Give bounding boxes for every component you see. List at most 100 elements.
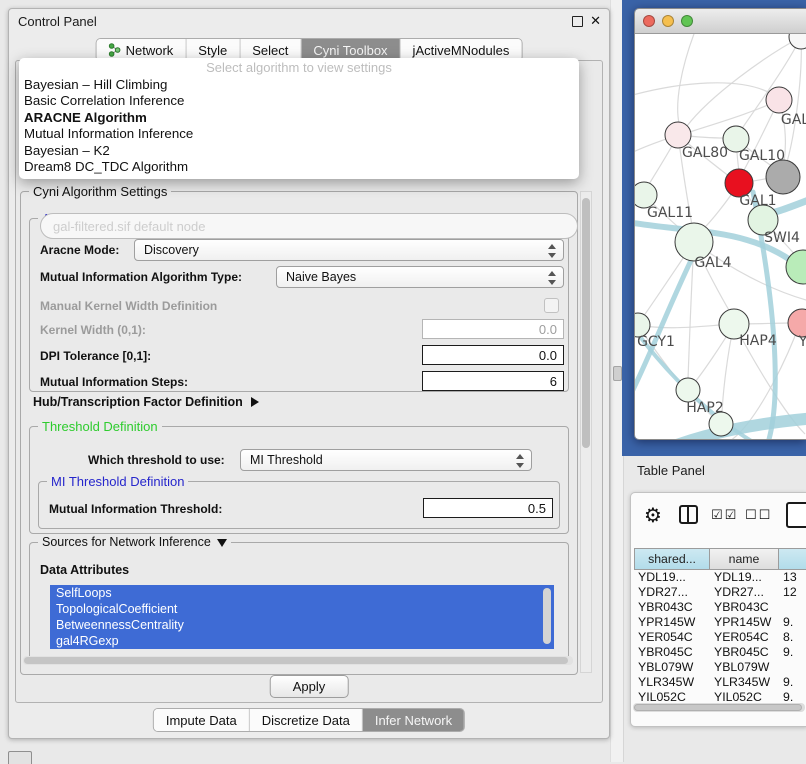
checked-checkboxes-icon[interactable]: ☑☑ — [711, 508, 738, 523]
algorithm-option-bayesian-hill-climbing[interactable]: Bayesian – Hill Climbing — [19, 77, 579, 93]
mi-type-select[interactable]: Naive Bayes — [276, 266, 564, 288]
node-label: GAL4 — [694, 255, 731, 271]
aracne-mode-select[interactable]: Discovery — [134, 239, 564, 261]
table-cell: YBR045C — [714, 645, 769, 659]
zoom-traffic-light-icon[interactable] — [681, 15, 693, 27]
mi-threshold-input[interactable]: 0.5 — [423, 498, 553, 518]
algorithm-option-dream8-dc-tdc-algorithm[interactable]: Dream8 DC_TDC Algorithm — [19, 159, 579, 175]
table-row[interactable]: YBR043C YBR043C — [631, 600, 806, 615]
data-attributes-label: Data Attributes — [40, 563, 129, 577]
document-icon[interactable] — [786, 502, 806, 528]
table-cell: 8. — [783, 630, 793, 644]
kernel-width-input[interactable]: 0.0 — [422, 319, 564, 339]
table-cell: YBR043C — [714, 600, 769, 614]
table-row[interactable]: YLR345WYLR345W9. — [631, 675, 806, 690]
table-row[interactable]: YIL052CYIL052C9. — [631, 690, 806, 701]
dpi-tolerance-label: DPI Tolerance [0,1]: — [40, 349, 151, 363]
table-horizontal-scrollbar[interactable] — [633, 703, 805, 712]
tab-label: jActiveMNodules — [413, 43, 510, 58]
table-scroll-thumb[interactable] — [634, 704, 802, 711]
vertical-scrollbar[interactable] — [580, 191, 592, 673]
table-cell: YIL052C — [638, 690, 686, 701]
dropdown-placeholder: Select algorithm to view settings — [19, 60, 579, 77]
network-node[interactable] — [789, 34, 806, 49]
table-row[interactable]: YER054CYER054C8. — [631, 630, 806, 645]
network-edge[interactable] — [635, 139, 666, 154]
mi-type-value: Naive Bayes — [286, 270, 356, 284]
horizontal-scroll-thumb[interactable] — [24, 657, 568, 664]
hidden-network-combo[interactable]: gal-filtered.sif default node — [40, 213, 578, 239]
network-edge[interactable] — [678, 34, 697, 123]
float-window-icon[interactable] — [572, 16, 583, 27]
vertical-scroll-thumb[interactable] — [582, 198, 590, 448]
network-view[interactable]: GALGAL80GAL10GAL1GAL11SWI4GAL4GCY1HAP4YH… — [635, 34, 806, 440]
tab-discretize-data[interactable]: Discretize Data — [250, 709, 363, 731]
unchecked-checkboxes-icon[interactable]: ☐☐ — [745, 508, 772, 523]
table-row[interactable]: YDR27...YDR27...12 — [631, 585, 806, 600]
attribute-list-scrollbar[interactable] — [543, 588, 551, 644]
table-cell: YDL19... — [714, 570, 762, 584]
table-row[interactable]: YBL079WYBL079W — [631, 660, 806, 675]
columns-icon[interactable] — [679, 505, 698, 524]
table-cell: YLR345W — [638, 675, 694, 689]
attribute-item-gal4rgexp[interactable]: gal4RGexp — [50, 633, 554, 649]
network-node[interactable] — [709, 412, 733, 436]
attribute-item-topologicalcoefficient[interactable]: TopologicalCoefficient — [50, 601, 554, 617]
network-node-gal[interactable] — [766, 87, 792, 113]
cyni-algorithm-settings-group: Cyni Algorithm Settings Algorithm Defini… — [20, 191, 578, 675]
algorithm-option-aracne-algorithm[interactable]: ARACNE Algorithm — [19, 110, 579, 126]
algorithm-option-mutual-information-inference[interactable]: Mutual Information Inference — [19, 126, 579, 142]
table-cell: YBL079W — [714, 660, 769, 674]
horizontal-scrollbar[interactable] — [23, 656, 573, 665]
table-cell: YDR27... — [638, 585, 688, 599]
stepper-icon — [548, 243, 557, 259]
stepper-icon — [516, 453, 525, 469]
tab-label: Style — [198, 43, 227, 58]
table-cell: YER054C — [638, 630, 693, 644]
algorithm-option-basic-correlation-inference[interactable]: Basic Correlation Inference — [19, 93, 579, 109]
close-icon[interactable]: ✕ — [590, 13, 601, 29]
network-icon — [109, 43, 121, 57]
manual-kernel-checkbox[interactable] — [544, 298, 559, 313]
threshold-definition-title: Threshold Definition — [38, 419, 162, 434]
which-threshold-select[interactable]: MI Threshold — [240, 449, 532, 471]
table-row[interactable]: YPR145WYPR145W9. — [631, 615, 806, 630]
divider-handle-icon[interactable] — [613, 366, 622, 381]
attribute-item-selfloops[interactable]: SelfLoops — [50, 585, 554, 601]
tab-infer-network[interactable]: Infer Network — [363, 709, 464, 731]
table-cell: YBR043C — [638, 600, 693, 614]
expand-arrow-icon[interactable] — [251, 397, 259, 407]
attribute-item-betweennesscentrality[interactable]: BetweennessCentrality — [50, 617, 554, 633]
tab-label: Select — [252, 43, 288, 58]
mi-steps-input[interactable]: 6 — [422, 371, 564, 391]
node-label: GCY1 — [637, 334, 675, 350]
table-panel-title: Table Panel — [637, 463, 705, 478]
table-cell: YDR27... — [714, 585, 764, 599]
table-row[interactable]: YDL19...YDL19...13 — [631, 570, 806, 585]
algorithm-options-list: Bayesian – Hill ClimbingBasic Correlatio… — [19, 77, 579, 175]
column-header-shared[interactable]: shared... — [634, 548, 710, 570]
dpi-tolerance-input[interactable]: 0.0 — [422, 345, 564, 365]
algorithm-option-bayesian-k2[interactable]: Bayesian – K2 — [19, 143, 579, 159]
gear-icon[interactable]: ⚙ — [644, 503, 662, 527]
network-edge[interactable] — [635, 83, 772, 96]
network-node[interactable] — [786, 250, 806, 284]
mi-threshold-definition-group: MI Threshold Definition Mutual Informati… — [38, 481, 560, 529]
tab-impute-data[interactable]: Impute Data — [154, 709, 250, 731]
network-node-hap2[interactable] — [676, 378, 700, 402]
network-node[interactable] — [766, 160, 800, 194]
table-cell: YBR045C — [638, 645, 693, 659]
close-traffic-light-icon[interactable] — [643, 15, 655, 27]
minimize-traffic-light-icon[interactable] — [662, 15, 674, 27]
network-node-y[interactable] — [788, 309, 806, 337]
sources-group-title: Sources for Network Inference — [38, 535, 231, 549]
table-header: shared...name — [634, 548, 806, 570]
table-row[interactable]: YBR045CYBR045C9. — [631, 645, 806, 660]
column-header-2[interactable] — [778, 548, 806, 570]
data-attributes-list[interactable]: SelfLoopsTopologicalCoefficientBetweenne… — [50, 585, 554, 649]
column-header-name[interactable]: name — [709, 548, 779, 570]
hub-definition-expander[interactable]: Hub/Transcription Factor Definition — [33, 395, 259, 409]
minimized-panel-icon[interactable] — [8, 751, 32, 764]
apply-button[interactable]: Apply — [270, 675, 349, 698]
collapse-arrow-icon[interactable] — [217, 539, 227, 547]
